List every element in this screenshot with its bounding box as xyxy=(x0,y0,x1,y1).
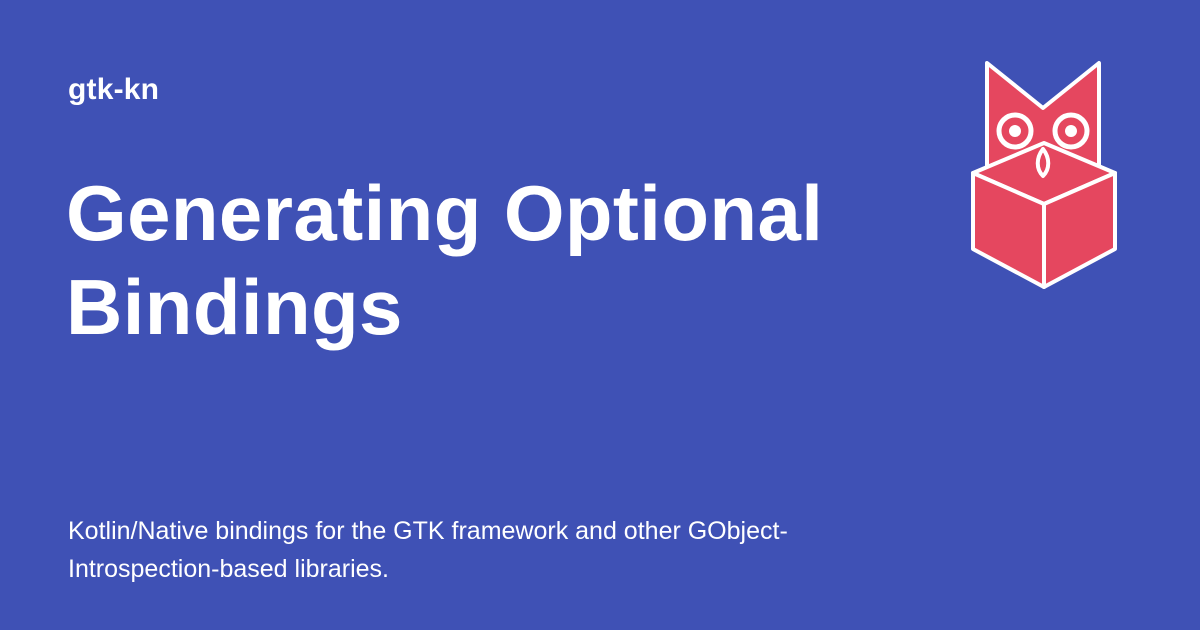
owl-cube-logo-icon xyxy=(971,61,1117,289)
page-description: Kotlin/Native bindings for the GTK frame… xyxy=(68,517,788,583)
social-card: gtk-kn Generating Optional Bindings Kotl… xyxy=(0,0,1200,630)
owl-beak-icon xyxy=(1035,147,1051,178)
owl-left-pupil-icon xyxy=(1009,125,1021,137)
site-name: gtk-kn xyxy=(68,73,160,106)
owl-right-pupil-icon xyxy=(1065,125,1077,137)
page-title: Generating Optional Bindings xyxy=(66,169,824,351)
